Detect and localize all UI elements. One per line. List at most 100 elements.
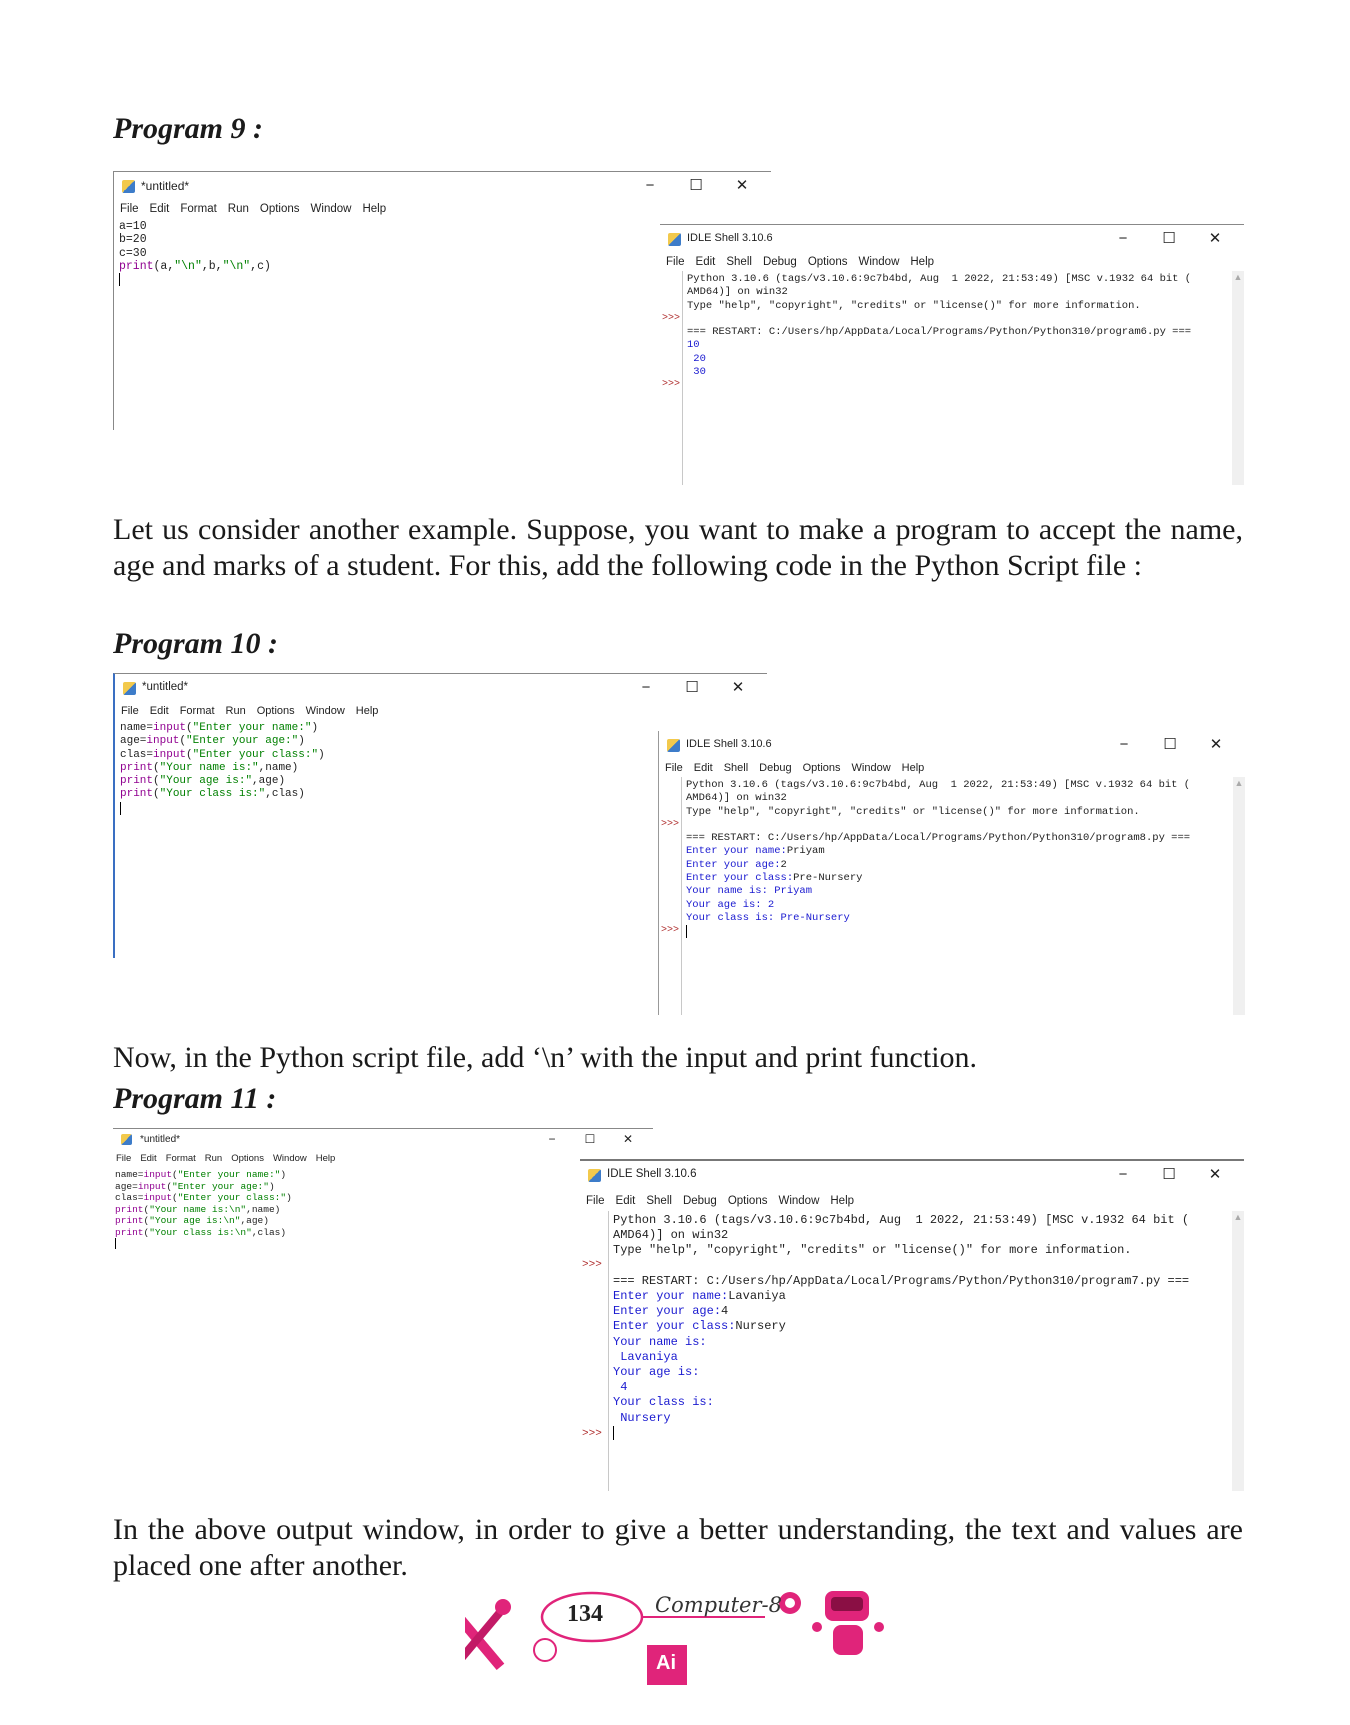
minimize-icon[interactable]: − (623, 676, 669, 700)
editor-titlebar[interactable]: *untitled* − ☐ ✕ (115, 674, 767, 702)
shell-prompt: >>> (661, 925, 680, 936)
menu-debug[interactable]: Debug (759, 759, 791, 777)
prompt-gutter: >>> >>> (660, 271, 683, 485)
menu-shell[interactable]: Shell (724, 759, 748, 777)
minimize-icon[interactable]: − (1101, 733, 1147, 757)
maximize-icon[interactable]: ☐ (571, 1129, 609, 1149)
builtin-keyword: print (120, 788, 154, 801)
menu-window[interactable]: Window (311, 200, 352, 218)
input-line: Enter your class:Pre-Nursery (686, 872, 1190, 885)
menu-file[interactable]: File (666, 253, 685, 271)
editor-window-program11[interactable]: *untitled* − ☐ ✕ File Edit Format Run Op… (113, 1128, 653, 1279)
menu-file[interactable]: File (116, 1151, 131, 1167)
vertical-scrollbar[interactable]: ▲ (1233, 777, 1245, 1015)
code-line: name=input("Enter your name:") (115, 1169, 653, 1181)
menu-format[interactable]: Format (180, 200, 216, 218)
menu-help[interactable]: Help (902, 759, 925, 777)
shell-banner: Type "help", "copyright", "credits" or "… (686, 805, 1140, 818)
menu-edit[interactable]: Edit (694, 759, 713, 777)
menu-options[interactable]: Options (808, 253, 848, 271)
maximize-icon[interactable]: ☐ (673, 174, 719, 198)
menu-file[interactable]: File (665, 759, 683, 777)
menu-edit[interactable]: Edit (150, 200, 170, 218)
menu-edit[interactable]: Edit (140, 1151, 156, 1167)
menu-edit[interactable]: Edit (696, 253, 716, 271)
menu-debug[interactable]: Debug (763, 253, 797, 271)
maximize-icon[interactable]: ☐ (669, 676, 715, 700)
maximize-icon[interactable]: ☐ (1146, 1163, 1192, 1187)
menu-window[interactable]: Window (273, 1151, 307, 1167)
scroll-up-icon[interactable]: ▲ (1233, 777, 1245, 789)
menu-options[interactable]: Options (728, 1191, 768, 1211)
shell-titlebar[interactable]: IDLE Shell 3.10.6 − ☐ ✕ (580, 1161, 1244, 1191)
menu-debug[interactable]: Debug (683, 1191, 717, 1211)
menu-window[interactable]: Window (306, 702, 345, 720)
minimize-icon[interactable]: − (627, 174, 673, 198)
menu-options[interactable]: Options (803, 759, 841, 777)
menu-help[interactable]: Help (830, 1191, 854, 1211)
editor-text-area[interactable]: name=input("Enter your name:") age=input… (113, 1167, 653, 1251)
maximize-icon[interactable]: ☐ (1147, 733, 1193, 757)
menu-options[interactable]: Options (231, 1151, 264, 1167)
code-fragment: ) (286, 1192, 292, 1203)
minimize-icon[interactable]: − (1100, 227, 1146, 251)
close-icon[interactable]: ✕ (719, 174, 765, 198)
code-line: print("Your class is:\n",clas) (115, 1227, 653, 1239)
scroll-up-icon[interactable]: ▲ (1232, 1211, 1244, 1223)
shell-titlebar[interactable]: IDLE Shell 3.10.6 − ☐ ✕ (659, 731, 1245, 759)
text-cursor (686, 925, 1190, 939)
close-icon[interactable]: ✕ (1192, 227, 1238, 251)
user-input: Pre-Nursery (793, 872, 863, 885)
menu-help[interactable]: Help (356, 702, 379, 720)
menu-format[interactable]: Format (166, 1151, 196, 1167)
code-line: age=input("Enter your age:") (115, 1181, 653, 1193)
vertical-scrollbar[interactable]: ▲ (1232, 1211, 1244, 1491)
menu-window[interactable]: Window (778, 1191, 819, 1211)
close-icon[interactable]: ✕ (1193, 733, 1239, 757)
menu-file[interactable]: File (120, 200, 139, 218)
robot-icon (812, 1591, 884, 1655)
shell-window-program11[interactable]: IDLE Shell 3.10.6 − ☐ ✕ File Edit Shell … (580, 1159, 1244, 1491)
string-literal: "\n" (174, 259, 202, 273)
scroll-up-icon[interactable]: ▲ (1232, 271, 1244, 283)
shell-text-area[interactable]: >>> >>> Python 3.10.6 (tags/v3.10.6:9c7b… (580, 1211, 1244, 1491)
menu-run[interactable]: Run (205, 1151, 222, 1167)
close-icon[interactable]: ✕ (715, 676, 761, 700)
menu-format[interactable]: Format (180, 702, 215, 720)
menu-window[interactable]: Window (852, 759, 891, 777)
input-line: Enter your age:2 (686, 859, 1190, 872)
input-line: Enter your class:Nursery (613, 1319, 1189, 1334)
string-literal: "Enter your name:" (177, 1169, 281, 1180)
shell-text-area[interactable]: >>> >>> Python 3.10.6 (tags/v3.10.6:9c7b… (659, 777, 1245, 1015)
shell-window-program10[interactable]: IDLE Shell 3.10.6 − ☐ ✕ File Edit Shell … (658, 731, 1245, 1015)
close-icon[interactable]: ✕ (609, 1129, 647, 1149)
builtin-keyword: print (120, 761, 154, 774)
menu-options[interactable]: Options (257, 702, 295, 720)
menu-file[interactable]: File (121, 702, 139, 720)
menu-shell[interactable]: Shell (646, 1191, 672, 1211)
maximize-icon[interactable]: ☐ (1146, 227, 1192, 251)
minimize-icon[interactable]: − (1100, 1163, 1146, 1187)
menu-help[interactable]: Help (362, 200, 386, 218)
minimize-icon[interactable]: − (533, 1129, 571, 1149)
menu-edit[interactable]: Edit (616, 1191, 636, 1211)
menu-options[interactable]: Options (260, 200, 300, 218)
menu-help[interactable]: Help (910, 253, 934, 271)
menu-window[interactable]: Window (858, 253, 899, 271)
shell-titlebar[interactable]: IDLE Shell 3.10.6 − ☐ ✕ (660, 225, 1244, 253)
shell-text-area[interactable]: >>> >>> Python 3.10.6 (tags/v3.10.6:9c7b… (660, 271, 1244, 485)
menu-shell[interactable]: Shell (726, 253, 752, 271)
editor-titlebar[interactable]: *untitled* − ☐ ✕ (114, 172, 771, 200)
menu-run[interactable]: Run (228, 200, 249, 218)
shell-prompt: >>> (582, 1259, 602, 1271)
restart-line: === RESTART: C:/Users/hp/AppData/Local/P… (613, 1273, 1190, 1288)
close-icon[interactable]: ✕ (1192, 1163, 1238, 1187)
menu-edit[interactable]: Edit (150, 702, 169, 720)
menu-run[interactable]: Run (226, 702, 246, 720)
editor-titlebar[interactable]: *untitled* − ☐ ✕ (113, 1129, 653, 1151)
shell-window-program9[interactable]: IDLE Shell 3.10.6 − ☐ ✕ File Edit Shell … (660, 224, 1244, 485)
menu-file[interactable]: File (586, 1191, 605, 1211)
menu-help[interactable]: Help (316, 1151, 336, 1167)
string-literal: "\n" (222, 259, 251, 273)
vertical-scrollbar[interactable]: ▲ (1232, 271, 1244, 485)
